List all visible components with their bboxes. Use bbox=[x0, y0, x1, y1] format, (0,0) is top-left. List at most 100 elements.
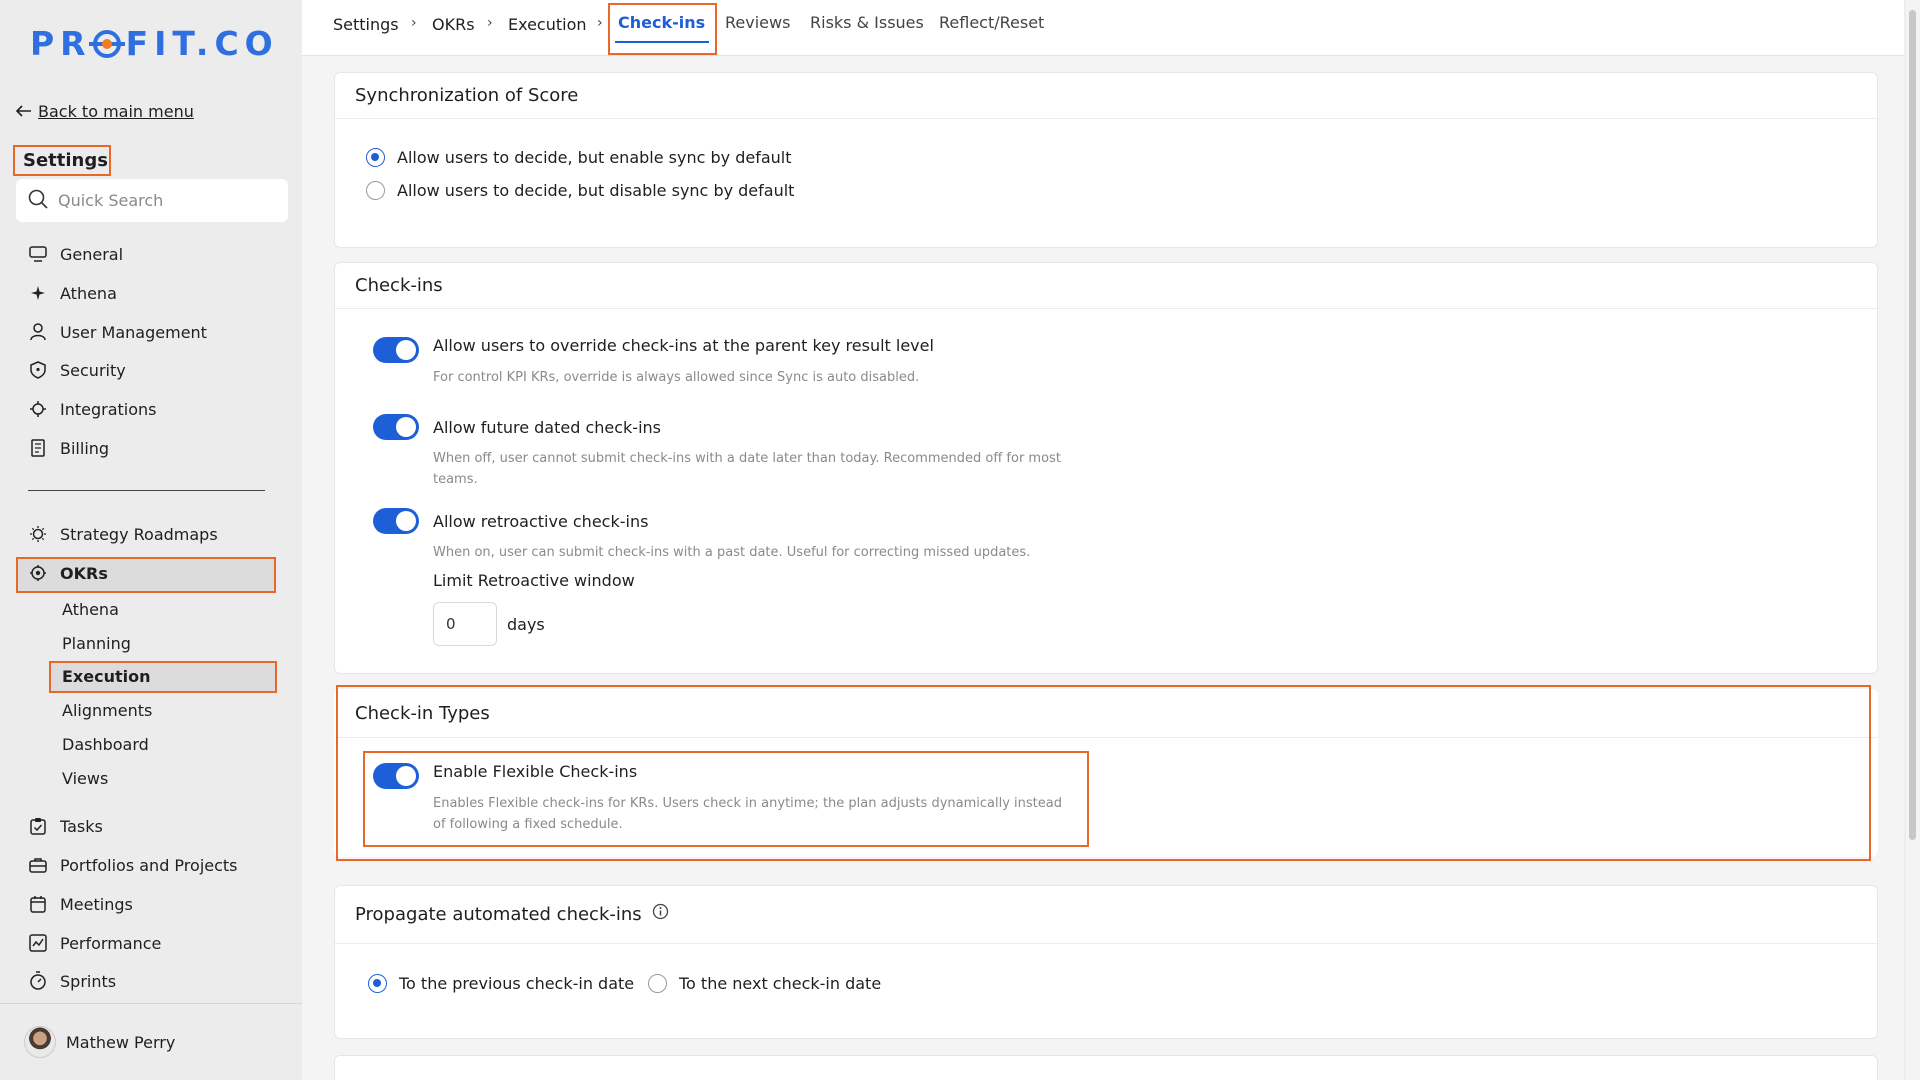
card-divider bbox=[335, 308, 1877, 309]
radio-unselected-icon bbox=[366, 181, 385, 200]
propagate-next-radio[interactable]: To the next check-in date bbox=[648, 974, 881, 993]
radio-selected-icon bbox=[366, 148, 385, 167]
sidebar-item-label: OKRs bbox=[60, 563, 108, 583]
chevron-right-icon: › bbox=[597, 15, 603, 31]
future-dated-label: Allow future dated check-ins bbox=[433, 418, 661, 437]
future-dated-desc: When off, user cannot submit check-ins w… bbox=[433, 451, 1061, 487]
sync-score-card: Synchronization of Score Allow users to … bbox=[334, 72, 1878, 248]
sidebar-item-billing[interactable]: Billing bbox=[28, 433, 109, 463]
sidebar-item-label: Performance bbox=[60, 933, 162, 953]
sparkle-icon bbox=[28, 283, 48, 303]
logo-text-start: PR bbox=[30, 24, 92, 63]
monitor-icon bbox=[28, 244, 48, 264]
sidebar-item-okrs[interactable]: OKRs bbox=[28, 558, 108, 588]
sidebar-item-portfolios-and-projects[interactable]: Portfolios and Projects bbox=[28, 850, 238, 880]
retroactive-days-input[interactable] bbox=[433, 602, 497, 646]
tab-reflect-reset[interactable]: Reflect/Reset bbox=[939, 13, 1044, 32]
propagate-title-text: Propagate automated check-ins bbox=[355, 903, 642, 925]
sidebar-item-label: User Management bbox=[60, 322, 207, 342]
radio-label: Allow users to decide, but disable sync … bbox=[397, 181, 795, 200]
back-to-main-menu-link[interactable]: Back to main menu bbox=[15, 102, 194, 121]
okr-sub-athena[interactable]: Athena bbox=[62, 600, 119, 619]
sidebar-item-tasks[interactable]: Tasks bbox=[28, 811, 103, 841]
sync-enable-radio[interactable]: Allow users to decide, but enable sync b… bbox=[366, 148, 792, 167]
retroactive-toggle[interactable] bbox=[373, 508, 419, 534]
sidebar-item-integrations[interactable]: Integrations bbox=[28, 394, 157, 424]
radio-label: To the next check-in date bbox=[679, 974, 882, 993]
main-content: Settings › OKRs › Execution › Check-ins … bbox=[302, 0, 1904, 1080]
breadcrumb-execution[interactable]: Execution bbox=[508, 15, 587, 34]
arrow-left-icon bbox=[15, 102, 32, 121]
sidebar-item-label: General bbox=[60, 244, 124, 264]
check-ins-card: Check-ins Allow users to override check-… bbox=[334, 262, 1878, 674]
override-check-ins-desc: For control KPI KRs, override is always … bbox=[433, 370, 920, 385]
flexible-check-ins-highlight bbox=[363, 751, 1089, 847]
breadcrumb-okrs[interactable]: OKRs bbox=[432, 15, 475, 34]
sidebar-item-meetings[interactable]: Meetings bbox=[28, 889, 133, 919]
propagate-card: Propagate automated check-ins To the pre… bbox=[334, 885, 1878, 1039]
clipboard-icon bbox=[28, 816, 48, 836]
radio-label: Allow users to decide, but enable sync b… bbox=[397, 148, 792, 167]
sidebar-divider bbox=[28, 490, 265, 491]
user-profile[interactable]: Mathew Perry bbox=[0, 1003, 302, 1080]
retroactive-desc: When on, user can submit check-ins with … bbox=[433, 545, 1031, 560]
sidebar-item-sprints[interactable]: Sprints bbox=[28, 966, 116, 996]
override-check-ins-toggle[interactable] bbox=[373, 337, 419, 363]
search-icon bbox=[28, 189, 48, 213]
sidebar-item-security[interactable]: Security bbox=[28, 355, 126, 385]
receipt-icon bbox=[28, 438, 48, 458]
propagate-title: Propagate automated check-ins bbox=[355, 903, 669, 925]
sidebar-item-strategy-roadmaps[interactable]: Strategy Roadmaps bbox=[28, 519, 218, 549]
quick-search-input[interactable] bbox=[58, 191, 268, 210]
sidebar-item-label: Portfolios and Projects bbox=[60, 855, 238, 875]
sidebar-item-performance[interactable]: Performance bbox=[28, 928, 161, 958]
next-card-partial bbox=[334, 1055, 1878, 1080]
sync-disable-radio[interactable]: Allow users to decide, but disable sync … bbox=[366, 181, 794, 200]
okr-sub-views[interactable]: Views bbox=[62, 769, 108, 788]
sidebar-item-label: Athena bbox=[60, 283, 117, 303]
breadcrumb-settings[interactable]: Settings bbox=[333, 15, 399, 34]
sidebar-item-label: Billing bbox=[60, 438, 110, 458]
tab-check-ins[interactable]: Check-ins bbox=[618, 13, 705, 32]
chevron-right-icon: › bbox=[411, 15, 417, 31]
radio-selected-icon bbox=[368, 974, 387, 993]
sidebar-item-general[interactable]: General bbox=[28, 239, 123, 269]
stopwatch-icon bbox=[28, 971, 48, 991]
okr-sub-planning[interactable]: Planning bbox=[62, 634, 131, 653]
user-name: Mathew Perry bbox=[66, 1032, 176, 1052]
quick-search[interactable] bbox=[16, 179, 288, 222]
logo-text-end: FIT.CO bbox=[125, 24, 279, 63]
sidebar-item-label: Sprints bbox=[60, 971, 117, 991]
days-unit-label: days bbox=[507, 615, 545, 634]
future-dated-toggle[interactable] bbox=[373, 414, 419, 440]
calendar-icon bbox=[28, 894, 48, 914]
breadcrumb-tabs-bar: Settings › OKRs › Execution › Check-ins … bbox=[302, 0, 1904, 56]
bulb-icon bbox=[28, 524, 48, 544]
page-scrollbar[interactable] bbox=[1906, 0, 1920, 1080]
card-divider bbox=[335, 943, 1877, 944]
info-icon[interactable] bbox=[652, 903, 669, 925]
check-ins-title: Check-ins bbox=[355, 275, 443, 296]
radio-unselected-icon bbox=[648, 974, 667, 993]
okr-sub-dashboard[interactable]: Dashboard bbox=[62, 735, 149, 754]
limit-window-label: Limit Retroactive window bbox=[433, 571, 635, 590]
chevron-right-icon: › bbox=[487, 15, 493, 31]
settings-heading: Settings bbox=[13, 145, 111, 176]
tab-risks-issues[interactable]: Risks & Issues bbox=[810, 13, 924, 32]
okr-sub-alignments[interactable]: Alignments bbox=[62, 701, 152, 720]
okr-sub-execution[interactable]: Execution bbox=[62, 667, 151, 686]
radio-label: To the previous check-in date bbox=[399, 974, 635, 993]
target-icon bbox=[28, 563, 48, 583]
sidebar-item-label: Strategy Roadmaps bbox=[60, 524, 218, 544]
sidebar: PR FIT.CO Back to main menu Settings Gen… bbox=[0, 0, 302, 1080]
propagate-previous-radio[interactable]: To the previous check-in date bbox=[368, 974, 634, 993]
scrollbar-thumb[interactable] bbox=[1909, 10, 1916, 840]
sidebar-item-user-management[interactable]: User Management bbox=[28, 317, 207, 347]
tab-reviews[interactable]: Reviews bbox=[725, 13, 790, 32]
profit-co-logo[interactable]: PR FIT.CO bbox=[30, 24, 279, 63]
sidebar-item-athena[interactable]: Athena bbox=[28, 278, 117, 308]
sidebar-item-label: Security bbox=[60, 360, 126, 380]
sidebar-item-label: Tasks bbox=[60, 816, 103, 836]
card-divider bbox=[335, 118, 1877, 119]
back-link-label: Back to main menu bbox=[38, 102, 194, 121]
